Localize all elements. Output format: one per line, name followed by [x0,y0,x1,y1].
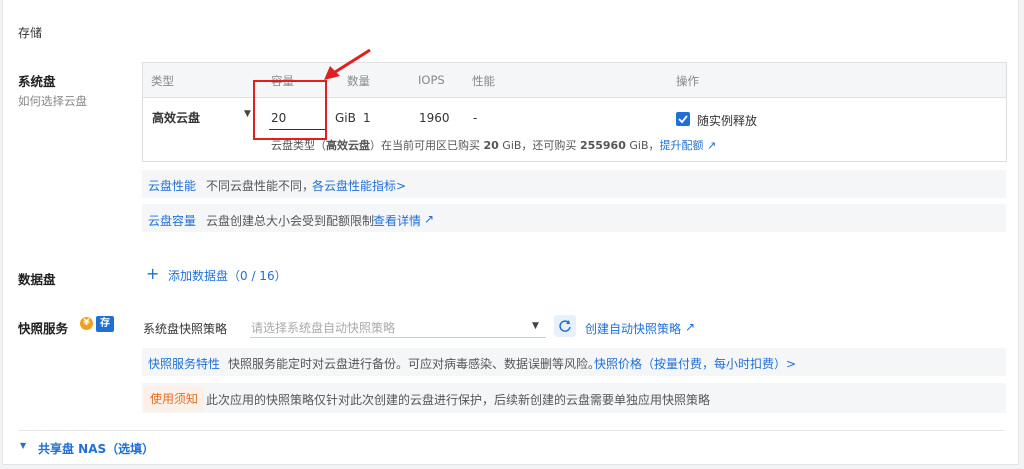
refresh-button[interactable] [554,315,576,337]
external-link-icon: ↗ [685,320,696,334]
snapshot-policy-select[interactable]: 请选择系统盘自动快照策略 ▼ [250,317,546,338]
iops-value: 1960 [419,111,450,125]
check-icon [678,115,688,124]
notice-text: 此次应用的快照策略仅针对此次创建的云盘进行保护，后续新创建的云盘需要单独应用快照… [206,393,711,407]
release-with-instance-label: 随实例释放 [697,114,758,128]
refresh-icon [559,320,571,332]
yen-badge-icon: ¥ [80,317,93,330]
disk-performance-bar: 云盘性能 不同云盘性能不同， 各云盘性能指标> [142,170,1006,198]
disk-type-select[interactable]: 高效云盘 ▼ [143,100,255,134]
plus-icon[interactable]: + [146,266,159,282]
raise-quota-link[interactable]: 提升配额 [660,139,704,152]
capacity-highlight-box [253,80,327,140]
capacity-unit: GiB [335,111,356,125]
perf-metrics-link[interactable]: 各云盘性能指标> [312,177,406,194]
shared-nas-toggle[interactable]: 共享盘 NAS（选填） [38,440,154,457]
notice-tag: 使用须知 [144,386,205,411]
quota-info: 云盘类型（高效云盘）在当前可用区已购买 20 GiB，还可购买 255960 G… [271,137,716,153]
create-snapshot-policy-link[interactable]: 创建自动快照策略 [585,320,681,337]
red-arrow-annotation [324,48,371,80]
add-data-disk-button[interactable]: 添加数据盘（0 / 16） [168,267,287,284]
quota-text: GiB， [625,139,660,152]
section-title: 存储 [18,26,43,40]
external-link-icon: ↗ [703,139,717,152]
performance-value: - [473,111,478,125]
capacity-tag: 云盘容量 [148,214,197,228]
header-performance: 性能 [472,74,495,88]
quota-text: GiB，还可购买 [498,139,580,152]
capacity-text: 云盘创建总大小会受到配额限制 [206,214,375,228]
snapshot-policy-label: 系统盘快照策略 [143,322,228,336]
divider [18,430,1005,431]
snapshot-price-link[interactable]: 快照价格（按量付费，每小时扣费）> [594,355,796,372]
perf-tag: 云盘性能 [148,179,197,193]
header-actions: 操作 [676,74,699,88]
snapshot-policy-placeholder: 请选择系统盘自动快照策略 [251,321,396,335]
disk-capacity-bar: 云盘容量 云盘创建总大小会受到配额限制 查看详情 ↗ [142,204,1006,232]
snapshot-service-label: 快照服务 [18,321,69,336]
quota-purchased: 20 [483,139,499,152]
caret-down-icon[interactable]: ▼ [20,441,26,450]
header-iops: IOPS [418,73,445,87]
system-disk-label: 系统盘 [18,74,56,89]
disk-count: 1 [363,111,371,125]
quota-text: 云盘类型（ [271,139,326,152]
chevron-down-icon: ▼ [532,321,539,331]
quota-text: ）在当前可用区已购买 [370,139,484,152]
quota-disk-type: 高效云盘 [326,139,370,152]
header-type: 类型 [151,74,174,88]
data-disk-label: 数据盘 [18,272,56,287]
how-to-choose-disk-link[interactable]: 如何选择云盘 [18,93,87,109]
quota-remaining: 255960 [579,139,626,152]
chevron-down-icon: ▼ [244,109,251,119]
snapshot-feature-bar: 快照服务特性 快照服务能定时对云盘进行备份。可应对病毒感染、数据误删等风险。 快… [142,348,1006,376]
storage-badge-icon: 存 [96,316,114,332]
perf-text: 不同云盘性能不同， [206,179,315,193]
feature-text: 快照服务能定时对云盘进行备份。可应对病毒感染、数据误删等风险。 [228,357,601,371]
feature-tag: 快照服务特性 [148,357,221,371]
external-link-icon: ↗ [424,212,435,226]
usage-notice-bar: 使用须知 此次应用的快照策略仅针对此次创建的云盘进行保护，后续新创建的云盘需要单… [142,383,1006,413]
view-details-link[interactable]: 查看详情 [373,212,421,229]
disk-type-value: 高效云盘 [152,111,201,125]
release-with-instance-checkbox[interactable] [676,112,690,126]
